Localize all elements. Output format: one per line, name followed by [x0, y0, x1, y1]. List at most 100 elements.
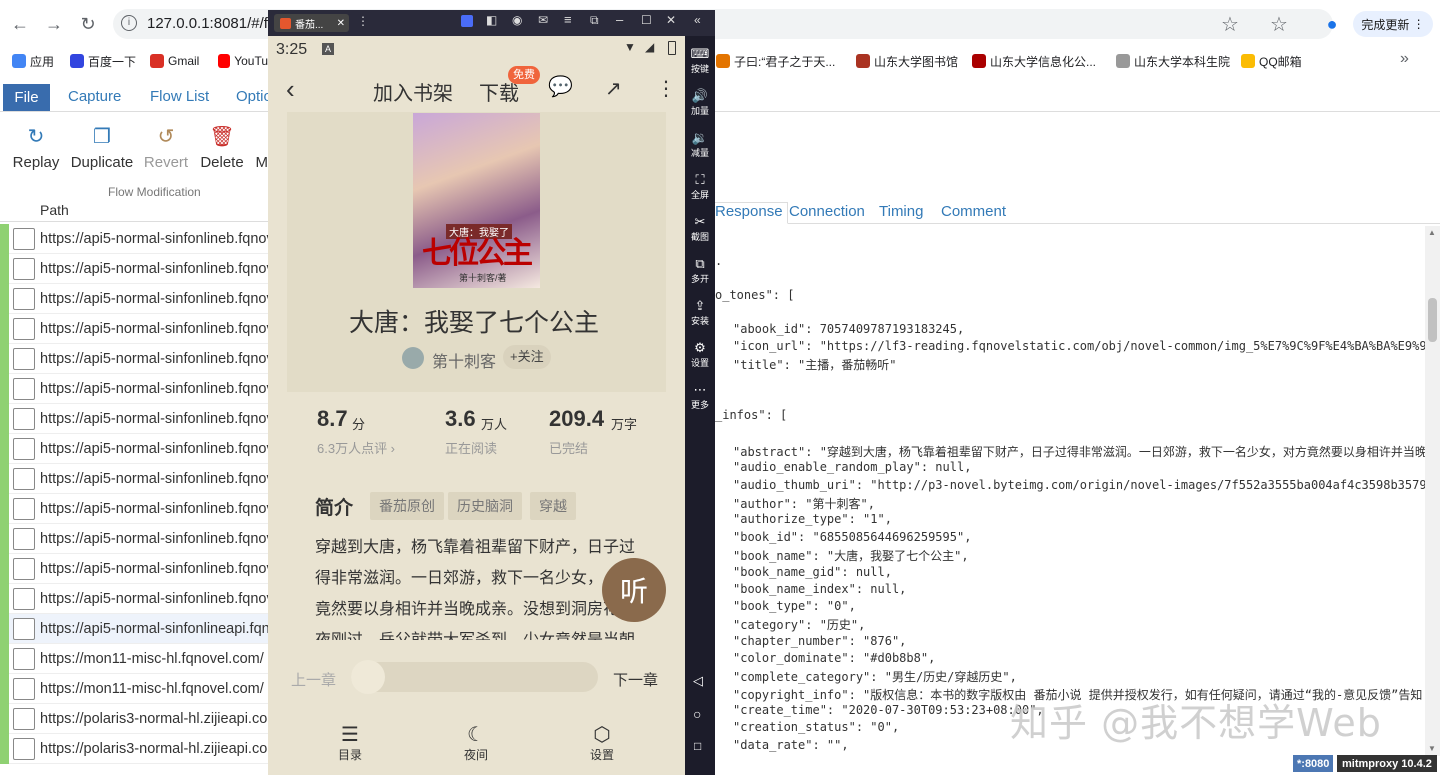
bookmark-apps[interactable]: 应用: [12, 52, 54, 70]
follow-button[interactable]: +关注: [503, 345, 551, 369]
table-row[interactable]: https://api5-normal-sinfonlineb.fqnov: [0, 224, 268, 254]
sidebar-button-volume-up[interactable]: 🔊 加量: [685, 88, 715, 117]
collapse-icon[interactable]: «: [694, 13, 701, 27]
share-icon[interactable]: ↗: [605, 76, 622, 101]
table-row[interactable]: https://api5-normal-sinfonlineb.fqnov: [0, 464, 268, 494]
bookmark-quote[interactable]: 子曰:“君子之于天...: [716, 52, 835, 70]
table-row[interactable]: https://api5-normal-sinfonlineb.fqnov: [0, 314, 268, 344]
mail-icon[interactable]: ✉: [538, 13, 548, 27]
android-back-icon[interactable]: ◁: [693, 673, 703, 689]
table-row[interactable]: https://polaris3-normal-hl.zijieapi.co: [0, 704, 268, 734]
tab-timing[interactable]: Timing: [879, 203, 923, 220]
table-row[interactable]: https://api5-normal-sinfonlineb.fqnov: [0, 434, 268, 464]
table-row[interactable]: https://api5-normal-sinfonlineb.fqnov: [0, 284, 268, 314]
profile-icon[interactable]: ●: [1318, 10, 1346, 38]
sidebar-button-install[interactable]: ⇪ 安装: [685, 298, 715, 327]
table-row[interactable]: https://api5-normal-sinfonlineapi.fqno: [0, 614, 268, 644]
tab-connection[interactable]: Connection: [789, 203, 865, 220]
listen-button[interactable]: 听: [602, 558, 666, 622]
settings-menu-icon[interactable]: ≡: [564, 12, 572, 27]
sidebar-button-volume-down[interactable]: 🔉 减量: [685, 130, 715, 159]
table-row[interactable]: https://api5-normal-sinfonlineb.fqnov: [0, 524, 268, 554]
site-info-icon[interactable]: i: [121, 15, 137, 31]
update-button[interactable]: 完成更新 ⋮: [1353, 11, 1433, 37]
back-arrow-icon[interactable]: ‹: [286, 74, 295, 105]
tab-options[interactable]: Optio: [236, 88, 268, 105]
sidebar-button-settings[interactable]: ⚙ 设置: [685, 340, 715, 369]
bookmarks-icon[interactable]: ☆: [1265, 10, 1293, 38]
close-tab-icon[interactable]: ✕: [337, 18, 345, 29]
reviews-link[interactable]: 6.3万人点评 ›: [317, 438, 395, 457]
bookmark-youtube[interactable]: YouTu: [218, 52, 268, 70]
replay-button[interactable]: ↻ Replay: [1, 124, 71, 171]
prev-chapter-button[interactable]: 上一章: [291, 669, 336, 690]
table-row[interactable]: https://api5-normal-sinfonlineb.fqnov: [0, 344, 268, 374]
scroll-down-icon[interactable]: ▼: [1428, 744, 1436, 753]
sidebar-button-screenshot[interactable]: ✂ 截图: [685, 214, 715, 243]
tab-response[interactable]: Response: [710, 202, 788, 224]
gamepad-icon[interactable]: ◧: [486, 13, 497, 27]
bookmark-star-icon[interactable]: ☆: [1216, 10, 1244, 38]
nav-settings[interactable]: ⬡ 设置: [572, 722, 632, 763]
author-name[interactable]: 第十刺客: [432, 348, 496, 372]
tab-capture[interactable]: Capture: [68, 88, 121, 105]
slider-knob[interactable]: [351, 660, 385, 694]
emulator-tab[interactable]: 番茄... ✕: [274, 14, 349, 32]
more-bookmarks-icon[interactable]: »: [1400, 50, 1409, 68]
tag-history[interactable]: 历史脑洞: [448, 492, 522, 520]
reload-icon[interactable]: ↻: [74, 10, 102, 38]
tab-flow-list[interactable]: Flow List: [150, 88, 209, 105]
bookmark-baidu[interactable]: 百度一下: [70, 52, 136, 70]
table-row[interactable]: https://api5-normal-sinfonlineb.fqnov: [0, 374, 268, 404]
nav-night[interactable]: ☾ 夜间: [446, 722, 506, 763]
table-row[interactable]: https://api5-normal-sinfonlineb.fqnov: [0, 404, 268, 434]
chapter-slider[interactable]: [351, 662, 598, 692]
table-row[interactable]: https://api5-normal-sinfonlineb.fqnov: [0, 494, 268, 524]
sidebar-button-fullscreen[interactable]: ⛶ 全屏: [685, 172, 715, 201]
scroll-up-icon[interactable]: ▲: [1428, 228, 1436, 237]
bookmark-sdu-library[interactable]: 山东大学图书馆: [856, 52, 958, 70]
response-body[interactable]: o_tones": ["abook_id": 70574097871931832…: [715, 226, 1425, 756]
maximize-icon[interactable]: ☐: [641, 13, 652, 27]
duplicate-button[interactable]: ❐ Duplicate: [67, 124, 137, 171]
menu-icon[interactable]: ⋮: [357, 14, 369, 28]
bookmark-sdu-info[interactable]: 山东大学信息化公...: [972, 52, 1096, 70]
bookmark-qqmail[interactable]: QQ邮箱: [1241, 52, 1302, 70]
table-row[interactable]: https://api5-normal-sinfonlineb.fqnov: [0, 554, 268, 584]
status-indicator: [0, 404, 9, 434]
more-icon[interactable]: ⋮: [656, 76, 676, 101]
back-icon[interactable]: ←: [6, 10, 34, 38]
tag-original[interactable]: 番茄原创: [370, 492, 444, 520]
android-home-icon[interactable]: ○: [693, 706, 701, 722]
bookmark-sdu-undergrad[interactable]: 山东大学本科生院: [1116, 52, 1230, 70]
table-row[interactable]: https://mon11-misc-hl.fqnovel.com/: [0, 644, 268, 674]
nav-catalog[interactable]: ☰ 目录: [320, 722, 380, 763]
scrollbar-thumb[interactable]: [1428, 298, 1437, 342]
close-icon[interactable]: ✕: [666, 13, 676, 27]
table-row[interactable]: https://api5-normal-sinfonlineb.fqnov: [0, 254, 268, 284]
sidebar-button-more[interactable]: ⋯ 更多: [685, 382, 715, 411]
bookmark-gmail[interactable]: Gmail: [150, 52, 199, 70]
android-recents-icon[interactable]: □: [694, 739, 701, 753]
next-chapter-button[interactable]: 下一章: [613, 669, 658, 690]
boost-icon[interactable]: [461, 15, 473, 27]
sidebar-button-keys[interactable]: ⌨ 按键: [685, 46, 715, 75]
path-column-header[interactable]: Path: [40, 202, 69, 218]
restore-icon[interactable]: ⧉: [590, 13, 599, 28]
account-icon[interactable]: ◉: [512, 13, 522, 27]
add-shelf-button[interactable]: 加入书架: [373, 77, 453, 106]
tab-comment[interactable]: Comment: [941, 203, 1006, 220]
table-row[interactable]: https://polaris3-normal-hl.zijieapi.co: [0, 734, 268, 764]
sidebar-button-label: 按键: [690, 64, 709, 74]
more-tool-button[interactable]: M: [232, 124, 269, 171]
sidebar-button-multi-instance[interactable]: ⧉ 多开: [685, 256, 715, 285]
comment-icon[interactable]: 💬: [548, 74, 573, 99]
forward-icon[interactable]: →: [40, 10, 68, 38]
minimize-icon[interactable]: –: [616, 12, 623, 27]
tag-timetravel[interactable]: 穿越: [530, 492, 576, 520]
author-avatar[interactable]: [402, 347, 424, 369]
table-row[interactable]: https://api5-normal-sinfonlineb.fqnov: [0, 584, 268, 614]
intro-text[interactable]: 穿越到大唐，杨飞靠着祖辈留下财产，日子过 得非常滋润。一日郊游，救下一名少女， …: [315, 532, 645, 640]
tab-file[interactable]: File: [3, 84, 50, 111]
table-row[interactable]: https://mon11-misc-hl.fqnovel.com/: [0, 674, 268, 704]
